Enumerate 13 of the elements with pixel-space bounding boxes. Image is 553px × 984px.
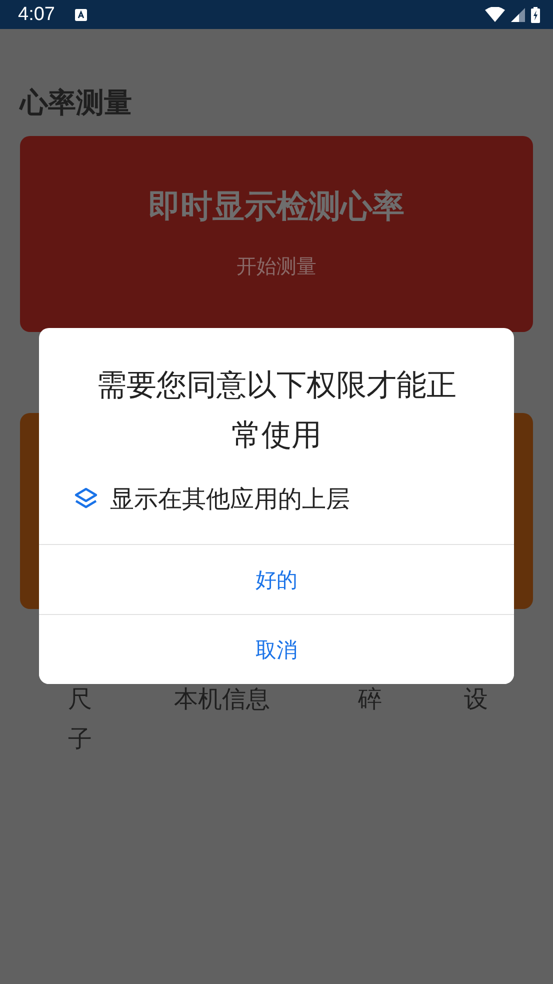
clock: 4:07 bbox=[18, 4, 55, 26]
battery-icon bbox=[531, 6, 540, 22]
section-title: 心率测量 bbox=[20, 85, 133, 121]
feature-card[interactable]: 即时显示检测心率 开始测量 bbox=[20, 136, 533, 332]
layers-icon bbox=[74, 487, 98, 511]
dialog-title: 需要您同意以下权限才能正常使用 bbox=[96, 367, 458, 455]
keyboard-notification-icon bbox=[74, 8, 87, 20]
card-title: 即时显示检测心率 bbox=[148, 186, 404, 226]
permission-label: 显示在其他应用的上层 bbox=[110, 484, 350, 514]
signal-icon bbox=[511, 8, 525, 22]
dialog-button[interactable]: 取消 bbox=[39, 614, 514, 684]
start-link[interactable]: 开始测量 bbox=[236, 251, 316, 281]
wifi-icon bbox=[485, 7, 505, 22]
